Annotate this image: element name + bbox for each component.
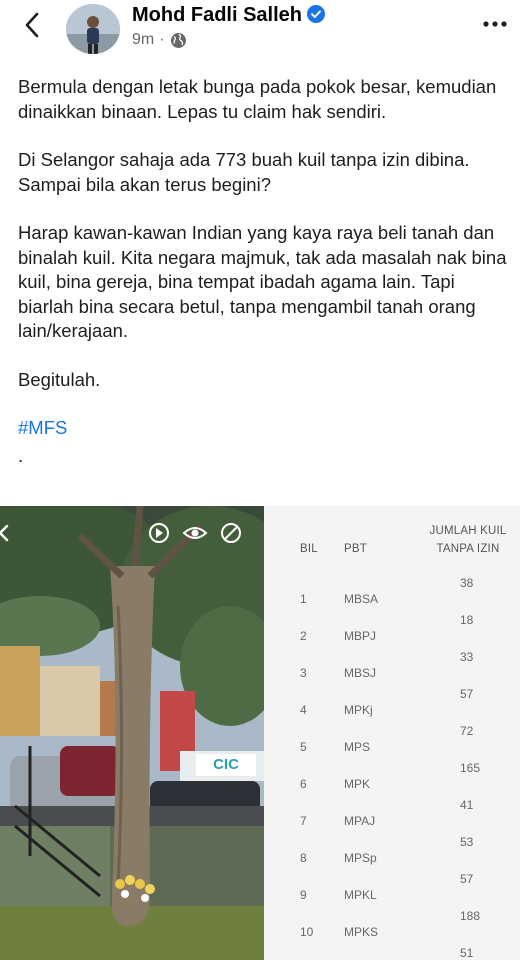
verified-badge-icon [307, 5, 326, 23]
post-body: Bermula dengan letak bunga pada pokok be… [18, 75, 513, 466]
table-cell-no: 5 [300, 740, 307, 754]
header-jumlah-line1: JUMLAH KUIL [429, 525, 507, 537]
post-paragraph: Harap kawan-kawan Indian yang kaya raya … [18, 222, 507, 341]
table-cell-pbt: MBPJ [344, 629, 377, 643]
post-media: CIC BIL PBT JUMLAH KUIL TANPA IZIN 1 MBSA… [0, 506, 520, 960]
author-name[interactable]: Mohd Fadli Salleh [132, 3, 326, 27]
table-cell-pbt: MPKj [344, 703, 373, 717]
back-chevron-icon[interactable] [0, 520, 18, 546]
photo-toolbar [0, 520, 264, 550]
table-row: 7 MPAJ 41 [264, 798, 520, 834]
table-cell-no: 2 [300, 629, 307, 643]
table-cell-pbt: MPKL [344, 888, 377, 902]
post-trailing-dot: . [18, 444, 24, 466]
header-jumlah-line2: TANPA IZIN [436, 543, 500, 555]
table-row: 4 MPKj 57 [264, 687, 520, 723]
table-cell-no: 4 [300, 703, 307, 717]
tree-photo-scene [0, 506, 264, 960]
table-cell-val: 18 [460, 613, 474, 627]
spin-icon[interactable] [146, 520, 172, 546]
avatar[interactable] [66, 4, 120, 54]
table-cell-val: 57 [460, 872, 474, 886]
table-cell-val: 41 [460, 798, 474, 812]
table-cell-pbt: MBSJ [344, 666, 377, 680]
table-row: 6 MPK 165 [264, 761, 520, 797]
more-options-icon[interactable] [480, 14, 510, 34]
table-cell-no: 6 [300, 777, 307, 791]
no-eye-icon[interactable] [218, 520, 244, 546]
table-row: 1 MBSA 38 [264, 576, 520, 612]
table-cell-pbt: MPK [344, 777, 371, 791]
post-paragraph: Bermula dengan letak bunga pada pokok be… [18, 76, 497, 122]
table-row: 10 MPKS 188 [264, 909, 520, 945]
table-cell-pbt: MPSp [344, 851, 377, 865]
back-arrow-icon[interactable] [20, 10, 46, 40]
tree-photo[interactable]: CIC [0, 506, 264, 960]
table-row: 2 MBPJ 18 [264, 613, 520, 649]
table-cell-pbt: MPKS [344, 925, 379, 939]
header-pbt: PBT [344, 543, 367, 555]
post-paragraph: Begitulah. [18, 368, 101, 390]
table-row: 8 MPSp 53 [264, 835, 520, 871]
header-jumlah: JUMLAH KUIL TANPA IZIN [426, 522, 510, 558]
post-meta: 9m · [132, 30, 187, 50]
table-cell-val: 53 [460, 835, 474, 849]
hashtag-link[interactable]: #MFS [18, 416, 513, 441]
post-time[interactable]: 9m [132, 30, 154, 50]
table-cell-no: 7 [300, 814, 307, 828]
table-cell-no: 10 [300, 925, 314, 939]
table-cell-val: 33 [460, 650, 474, 664]
cic-sign: CIC [196, 754, 256, 776]
table-cell-no: 3 [300, 666, 307, 680]
table-row: 51 [264, 946, 520, 960]
post-paragraph: Di Selangor sahaja ada 773 buah kuil tan… [18, 149, 470, 195]
table-cell-val: 72 [460, 724, 474, 738]
table-cell-val: 57 [460, 687, 474, 701]
table-cell-val: 51 [460, 946, 474, 960]
globe-icon[interactable] [170, 32, 187, 49]
post-header: Mohd Fadli Salleh 9m · [0, 0, 520, 60]
table-row: 9 MPKL 57 [264, 872, 520, 908]
cic-sign-text: CIC [213, 756, 239, 773]
table-cell-pbt: MBSA [344, 592, 379, 606]
meta-separator: · [159, 31, 165, 48]
temple-count-table[interactable]: BIL PBT JUMLAH KUIL TANPA IZIN 1 MBSA 38 2 M… [264, 506, 520, 960]
header-bil: BIL [300, 543, 318, 555]
table-cell-val: 188 [460, 909, 481, 923]
author-name-text[interactable]: Mohd Fadli Salleh [132, 4, 302, 26]
table-cell-pbt: MPS [344, 740, 371, 754]
table-cell-pbt: MPAJ [344, 814, 376, 828]
table-cell-no: 9 [300, 888, 307, 902]
table-row: 3 MBSJ 33 [264, 650, 520, 686]
table-cell-no: 1 [300, 592, 307, 606]
table-row: 5 MPS 72 [264, 724, 520, 760]
table-cell-val: 165 [460, 761, 481, 775]
table-cell-no: 8 [300, 851, 307, 865]
table-cell-val: 38 [460, 576, 474, 590]
eye-icon[interactable] [182, 520, 208, 546]
